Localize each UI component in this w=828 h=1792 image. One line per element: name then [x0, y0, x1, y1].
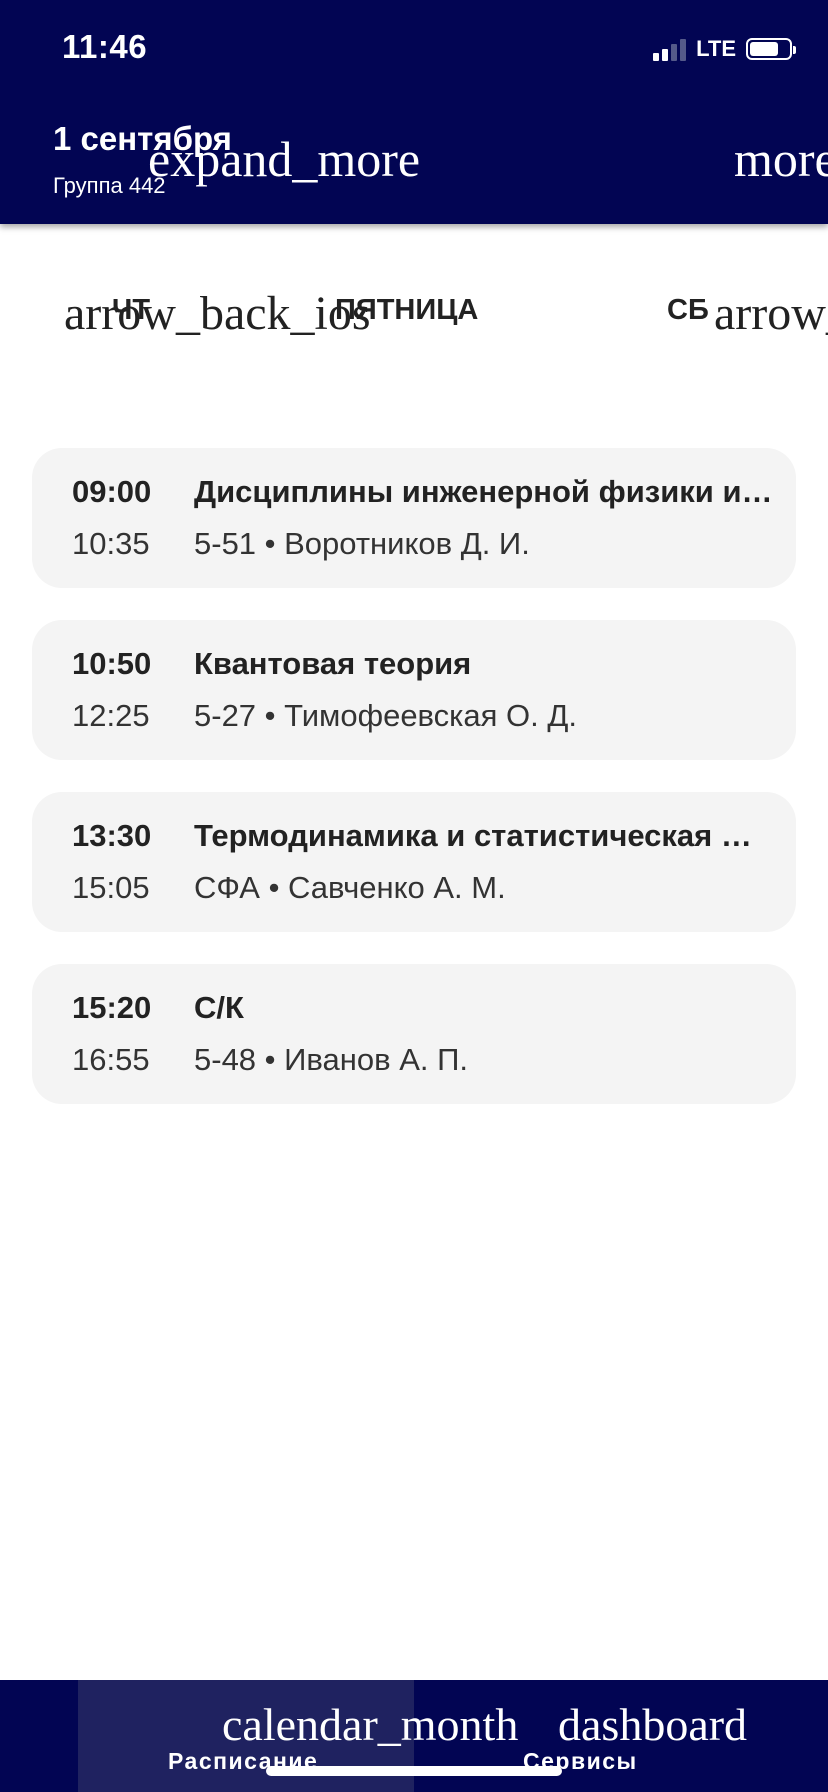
lesson-details: СФА • Савченко А. М. [194, 870, 506, 905]
lesson-details: 5-51 • Воротников Д. И. [194, 526, 530, 561]
lesson-start-time: 09:00 [72, 474, 152, 509]
lesson-title: Квантовая теория [194, 646, 472, 681]
lesson-title: Дисциплины инженерной физики и математик… [194, 474, 774, 509]
battery-icon [746, 38, 796, 60]
lesson-end-time: 15:05 [72, 870, 150, 905]
lesson-title: С/К [194, 990, 244, 1025]
current-day-label: ПЯТНИЦА [335, 294, 479, 326]
day-navigator: ЧТ arrow_back_ios ПЯТНИЦА СБ arrow_ [0, 262, 828, 362]
dashboard-icon[interactable]: dashboard [558, 1698, 747, 1751]
lesson-end-time: 10:35 [72, 526, 150, 561]
more-icon[interactable]: more [734, 130, 828, 188]
lesson-details: 5-48 • Иванов А. П. [194, 1042, 469, 1077]
next-day-label[interactable]: СБ [667, 294, 709, 327]
expand-more-icon[interactable]: expand_more [148, 130, 420, 188]
lesson-card[interactable]: 15:20 16:55 С/К 5-48 • Иванов А. П. [32, 964, 796, 1104]
lesson-start-time: 10:50 [72, 646, 152, 681]
lesson-title: Термодинамика и статистическая физика [194, 818, 774, 853]
signal-icon [653, 37, 687, 61]
lesson-end-time: 12:25 [72, 698, 150, 733]
calendar-month-icon[interactable]: calendar_month [222, 1698, 518, 1751]
status-time: 11:46 [62, 28, 148, 65]
app-header: 11:46 LTE 1 сентября Группа 442 expand_m… [0, 0, 828, 224]
arrow-forward-icon[interactable]: arrow_ [714, 286, 828, 341]
lesson-end-time: 16:55 [72, 1042, 150, 1077]
arrow-back-icon[interactable]: arrow_back_ios [64, 286, 371, 341]
lesson-card[interactable]: 09:00 10:35 Дисциплины инженерной физики… [32, 448, 796, 588]
lesson-card[interactable]: 10:50 12:25 Квантовая теория 5-27 • Тимо… [32, 620, 796, 760]
home-indicator[interactable] [266, 1766, 562, 1776]
lesson-details: 5-27 • Тимофеевская О. Д. [194, 698, 578, 733]
status-icons: LTE [653, 34, 796, 64]
network-type: LTE [696, 36, 736, 61]
lesson-list: 09:00 10:35 Дисциплины инженерной физики… [32, 448, 796, 1136]
lesson-start-time: 13:30 [72, 818, 152, 853]
lesson-card[interactable]: 13:30 15:05 Термодинамика и статистическ… [32, 792, 796, 932]
lesson-start-time: 15:20 [72, 990, 152, 1025]
